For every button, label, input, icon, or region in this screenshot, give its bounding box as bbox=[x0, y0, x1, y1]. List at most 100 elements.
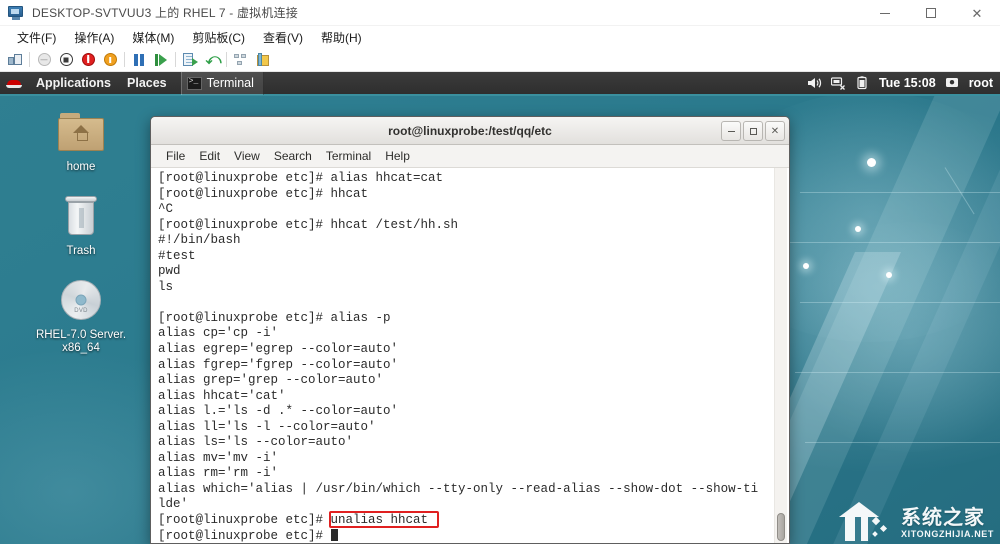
vm-menu-clipboard[interactable]: 剪贴板(C) bbox=[183, 27, 254, 48]
terminal-menu-file[interactable]: File bbox=[159, 147, 192, 165]
vm-close-button[interactable]: ✕ bbox=[954, 0, 1000, 26]
terminal-line: ls bbox=[158, 279, 174, 294]
terminal-line: ^C bbox=[158, 202, 174, 217]
desktop-icon-home[interactable]: home bbox=[28, 106, 134, 174]
wallpaper-glow bbox=[780, 222, 1000, 452]
desktop-icon-label: home bbox=[66, 161, 96, 173]
redhat-logo-icon bbox=[6, 77, 23, 90]
terminal-line: alias ll='ls -l --color=auto' bbox=[158, 419, 376, 434]
vm-maximize-button[interactable] bbox=[908, 0, 954, 26]
battery-icon[interactable] bbox=[855, 76, 870, 90]
terminal-line: #!/bin/bash bbox=[158, 233, 241, 248]
wallpaper-dot bbox=[867, 158, 876, 167]
pause-icon[interactable] bbox=[128, 49, 150, 71]
vm-menu-help[interactable]: 帮助(H) bbox=[312, 27, 371, 48]
vm-screen-rhel-desktop: Applications Places Terminal bbox=[0, 72, 1000, 544]
desktop-icon-label-line1: RHEL-7.0 Server. bbox=[35, 329, 127, 341]
desktop-icon-label-line2: x86_64 bbox=[62, 342, 100, 354]
wallpaper-line bbox=[800, 302, 1000, 303]
network-settings-icon[interactable] bbox=[230, 49, 252, 71]
window-list-item-terminal[interactable]: Terminal bbox=[180, 72, 264, 95]
terminal-line: [root@linuxprobe etc]# alias -p bbox=[158, 310, 391, 325]
toolbar-separator bbox=[226, 52, 227, 67]
shutdown-icon[interactable] bbox=[55, 49, 77, 71]
terminal-line: [root@linuxprobe etc]# hhcat /test/hh.sh bbox=[158, 217, 459, 232]
terminal-maximize-button[interactable] bbox=[743, 121, 763, 141]
terminal-menu-help[interactable]: Help bbox=[378, 147, 417, 165]
gnome-top-panel: Applications Places Terminal bbox=[0, 72, 1000, 96]
terminal-line: alias ls='ls --color=auto' bbox=[158, 435, 354, 450]
wallpaper-line bbox=[790, 242, 1000, 243]
terminal-line: #test bbox=[158, 248, 196, 263]
volume-icon[interactable] bbox=[807, 76, 822, 90]
terminal-line: lde' bbox=[158, 497, 189, 512]
terminal-prompt-line: [root@linuxprobe etc]# bbox=[158, 528, 767, 543]
terminal-line: [root@linuxprobe etc]# alias hhcat=cat bbox=[158, 171, 444, 185]
watermark-text: 系统之家 XITONGZHIJIA.NET bbox=[901, 507, 994, 542]
terminal-line: [root@linuxprobe etc]# hhcat bbox=[158, 186, 369, 201]
vm-menu-action[interactable]: 操作(A) bbox=[65, 27, 123, 48]
desktop-icon-label: Trash bbox=[66, 245, 96, 257]
places-menu[interactable]: Places bbox=[119, 73, 175, 93]
wallpaper-line bbox=[805, 442, 1000, 443]
toolbar-separator bbox=[29, 52, 30, 67]
terminal-menu-search[interactable]: Search bbox=[267, 147, 319, 165]
watermark: 系统之家 XITONGZHIJIA.NET bbox=[839, 496, 994, 542]
window-list-label: Terminal bbox=[206, 76, 254, 90]
terminal-output-area[interactable]: [root@linuxprobe etc]# alias hhcat=cat [r… bbox=[151, 168, 789, 543]
wallpaper-dot bbox=[803, 263, 809, 269]
home-folder-icon bbox=[28, 106, 134, 158]
terminal-line: alias egrep='egrep --color=auto' bbox=[158, 342, 399, 357]
terminal-scrollbar[interactable] bbox=[774, 168, 787, 543]
terminal-line: alias grep='grep --color=auto' bbox=[158, 373, 384, 388]
vm-minimize-button[interactable] bbox=[862, 0, 908, 26]
vm-titlebar: DESKTOP-SVTVUU3 上的 RHEL 7 - 虚拟机连接 ✕ bbox=[0, 0, 1000, 26]
scrollbar-trough[interactable] bbox=[775, 168, 787, 543]
terminal-menu-terminal[interactable]: Terminal bbox=[319, 147, 378, 165]
vm-toolbar: ⤺ bbox=[0, 48, 1000, 72]
ctrl-alt-del-icon[interactable] bbox=[4, 49, 26, 71]
checkpoint-icon[interactable] bbox=[179, 49, 201, 71]
toolbar-separator bbox=[124, 52, 125, 67]
terminal-minimize-button[interactable] bbox=[721, 121, 741, 141]
enhanced-session-icon[interactable] bbox=[252, 49, 274, 71]
wallpaper-dot bbox=[886, 272, 892, 278]
user-menu[interactable]: root bbox=[969, 76, 993, 90]
terminal-text: [root@linuxprobe etc]# alias hhcat=cat [r… bbox=[158, 171, 767, 543]
terminal-menu-edit[interactable]: Edit bbox=[192, 147, 227, 165]
applications-menu[interactable]: Applications bbox=[28, 73, 119, 93]
user-icon[interactable] bbox=[945, 76, 960, 90]
terminal-prompt: [root@linuxprobe etc]# bbox=[158, 528, 331, 543]
vm-menubar: 文件(F) 操作(A) 媒体(M) 剪贴板(C) 查看(V) 帮助(H) bbox=[0, 26, 1000, 48]
desktop-icon-trash[interactable]: Trash bbox=[28, 190, 134, 258]
terminal-icon bbox=[186, 76, 202, 90]
terminal-menubar: File Edit View Search Terminal Help bbox=[151, 145, 789, 168]
clock[interactable]: Tue 15:08 bbox=[879, 76, 936, 90]
start-icon[interactable] bbox=[33, 49, 55, 71]
wallpaper-band bbox=[833, 132, 1000, 544]
terminal-cursor bbox=[330, 528, 339, 541]
terminal-line: alias which='alias | /usr/bin/which --tt… bbox=[158, 481, 759, 496]
power-off-icon[interactable] bbox=[77, 49, 99, 71]
dvd-drive-icon: DVD bbox=[28, 274, 134, 326]
wallpaper-dot bbox=[855, 226, 861, 232]
reset-icon[interactable] bbox=[99, 49, 121, 71]
vm-menu-view[interactable]: 查看(V) bbox=[254, 27, 312, 48]
resume-icon[interactable] bbox=[150, 49, 172, 71]
terminal-close-button[interactable]: ✕ bbox=[765, 121, 785, 141]
vm-menu-file[interactable]: 文件(F) bbox=[8, 27, 65, 48]
terminal-line: alias mv='mv -i' bbox=[158, 450, 279, 465]
virtual-machine-icon bbox=[8, 5, 24, 21]
network-icon[interactable] bbox=[830, 76, 846, 90]
scrollbar-thumb[interactable] bbox=[777, 513, 785, 541]
terminal-menu-view[interactable]: View bbox=[227, 147, 267, 165]
trash-icon bbox=[28, 190, 134, 242]
terminal-line: pwd bbox=[158, 264, 181, 279]
watermark-chinese: 系统之家 bbox=[901, 507, 986, 529]
desktop-icon-dvd[interactable]: DVD RHEL-7.0 Server. x86_64 bbox=[28, 274, 134, 355]
watermark-english: XITONGZHIJIA.NET bbox=[901, 529, 994, 539]
toolbar-separator bbox=[175, 52, 176, 67]
vm-menu-media[interactable]: 媒体(M) bbox=[123, 27, 183, 48]
revert-icon[interactable]: ⤺ bbox=[201, 49, 223, 71]
